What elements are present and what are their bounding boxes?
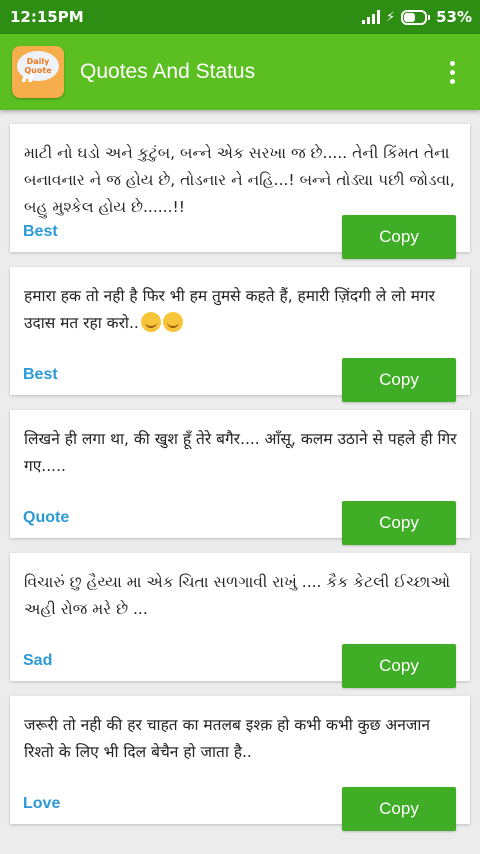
quote-text: जरूरी तो नही की हर चाहत का मतलब इश्क़ हो… bbox=[24, 716, 430, 761]
quote-card: हमारा हक तो नही है फिर भी हम तुमसे कहते … bbox=[10, 267, 470, 402]
quote-card: लिखने ही लगा था, की खुश हूँ तेरे बगैर...… bbox=[10, 410, 470, 545]
copy-button[interactable]: Copy bbox=[342, 644, 456, 688]
logo-text-line-1: Daily bbox=[26, 57, 50, 66]
quote-text-block: हमारा हक तो नही है फिर भी हम तुमसे कहते … bbox=[24, 283, 458, 337]
quote-mark-icon: “ bbox=[20, 69, 37, 99]
quote-card: માટી નો ઘડો અને કુટુંબ, બન્ને એક સરખા જ … bbox=[10, 124, 470, 259]
signal-icon bbox=[361, 10, 380, 24]
quote-category: Quote bbox=[23, 509, 70, 526]
quote-text: लिखने ही लगा था, की खुश हूँ तेरे बगैर...… bbox=[24, 430, 457, 475]
quote-text: हमारा हक तो नही है फिर भी हम तुमसे कहते … bbox=[24, 287, 435, 332]
smiling-emoji-icon bbox=[162, 312, 183, 332]
quote-category: Love bbox=[23, 795, 61, 812]
quote-text: વિચારું છુ હૈય્યા મા એક ચિતા સળગાવી રાખુ… bbox=[24, 573, 451, 618]
menu-dot-icon bbox=[449, 69, 455, 75]
quote-category: Sad bbox=[23, 652, 53, 669]
overflow-menu-button[interactable] bbox=[432, 42, 472, 102]
quote-category: Best bbox=[23, 223, 58, 240]
status-time: 12:15PM bbox=[10, 8, 84, 26]
menu-dot-icon bbox=[449, 78, 455, 84]
quote-card: વિચારું છુ હૈય્યા મા એક ચિતા સળગાવી રાખુ… bbox=[10, 553, 470, 688]
menu-dot-icon bbox=[449, 60, 455, 66]
status-indicators: ⚡ 53% bbox=[361, 8, 472, 26]
app-bar: Daily Quote “ Quotes And Status bbox=[0, 34, 480, 110]
battery-percent: 53% bbox=[436, 8, 472, 26]
copy-button[interactable]: Copy bbox=[342, 358, 456, 402]
app-logo: Daily Quote “ bbox=[12, 46, 64, 98]
copy-button[interactable]: Copy bbox=[342, 215, 456, 259]
status-bar: 12:15PM ⚡ 53% bbox=[0, 0, 480, 34]
grinning-emoji-icon bbox=[140, 312, 161, 332]
quote-category: Best bbox=[23, 366, 58, 383]
charging-icon: ⚡ bbox=[385, 9, 396, 25]
quote-card: जरूरी तो नही की हर चाहत का मतलब इश्क़ हो… bbox=[10, 696, 470, 831]
quote-text: માટી નો ઘડો અને કુટુંબ, બન્ને એક સરખા જ … bbox=[24, 144, 455, 216]
copy-button[interactable]: Copy bbox=[342, 787, 456, 831]
copy-button[interactable]: Copy bbox=[342, 501, 456, 545]
battery-icon bbox=[401, 9, 431, 25]
app-title: Quotes And Status bbox=[80, 60, 256, 83]
